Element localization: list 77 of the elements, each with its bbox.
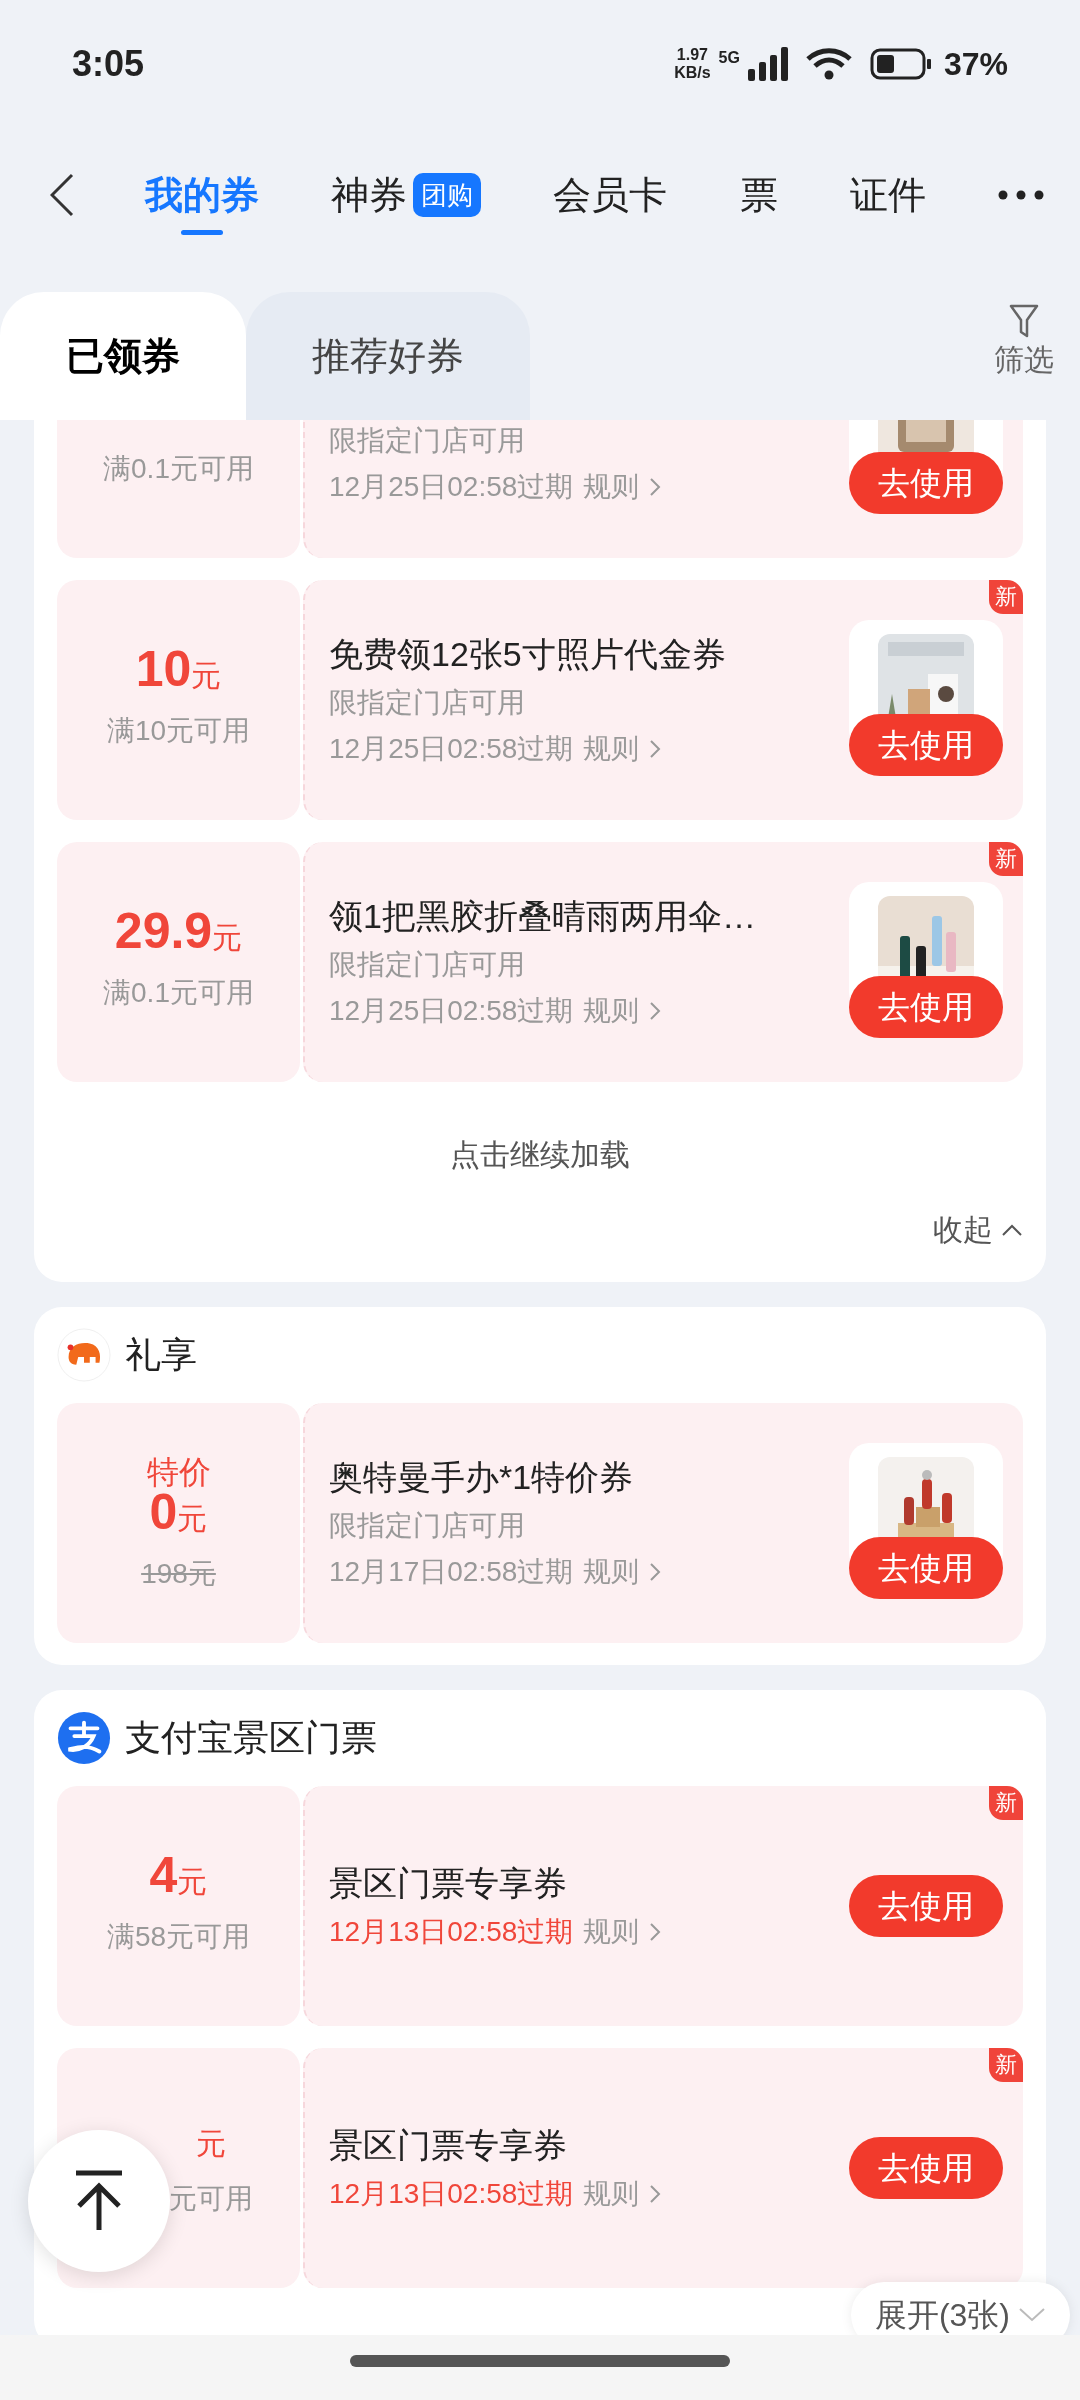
coupon-scope: 限指定门店可用 [329,424,526,458]
use-button[interactable]: 去使用 [849,976,1003,1038]
coupon-condition: 满0.1元可用 [103,976,254,1010]
rules-link[interactable]: 规则 [583,467,640,507]
chevron-down-icon [1018,2307,1046,2323]
collapse-button[interactable]: 收起 [933,1207,1023,1252]
use-button[interactable]: 去使用 [849,2137,1003,2199]
coupon-condition: 满0.1元可用 [103,452,254,486]
chevron-right-icon [649,1000,662,1022]
use-button[interactable]: 去使用 [849,452,1003,514]
new-badge: 新 [989,1786,1023,1820]
coupon-title: 景区门票专享券 [329,2125,568,2166]
coupon-scope: 限指定门店可用 [329,948,526,982]
battery-percent: 37% [943,45,1008,84]
expiry-date: 12月13日02:58过期 [329,2177,574,2211]
status-time: 3:05 [72,42,145,86]
rules-link[interactable]: 规则 [583,1912,640,1952]
chevron-right-icon [649,2183,662,2205]
nav-tab[interactable]: 票 [739,153,778,237]
nav-tab[interactable]: 证件 [849,153,926,237]
coupon-condition: 满10元可用 [106,714,251,748]
arrow-up-icon [74,2170,124,2232]
new-badge: 新 [989,842,1023,876]
coupon-title: 免费领12张5寸照片代金券 [329,634,727,675]
coupon-title: 奥特曼手办*1特价券 [329,1457,635,1498]
coupon-title: 领1把黑胶折叠晴雨两用伞… [329,896,757,937]
original-price: 198元 [141,1557,216,1591]
expiry-date: 12月13日02:58过期 [329,1915,574,1949]
nav-tab[interactable]: 会员卡 [553,153,668,237]
chevron-right-icon [649,476,662,498]
filter-button[interactable]: 筛选 [994,304,1054,378]
coupon-scope: 限指定门店可用 [329,1509,526,1543]
nav-tab[interactable]: 我的券 [145,153,259,237]
filter-icon [1009,304,1039,338]
wifi-icon [805,48,852,80]
sub-tab[interactable]: 推荐好券 [246,292,530,420]
coupon-amount: 29.9元 [114,902,243,961]
use-button[interactable]: 去使用 [849,714,1003,776]
chevron-up-icon [1001,1222,1023,1237]
use-button[interactable]: 去使用 [849,1875,1003,1937]
expiry-date: 12月25日02:58过期 [329,994,574,1028]
section-title: 礼享 [125,1333,197,1377]
network-speed-unit: KB/s [674,64,711,82]
chevron-right-icon [649,1561,662,1583]
sub-tab[interactable]: 已领券 [0,292,246,420]
battery-icon [869,48,932,80]
rules-link[interactable]: 规则 [583,1552,640,1592]
chevron-right-icon [649,1921,662,1943]
load-more-link[interactable]: 点击继续加载 [450,1132,630,1177]
new-badge: 新 [989,580,1023,614]
coupon-condition: 满58元可用 [106,1920,251,1954]
coupon-title: 景区门票专享券 [329,1863,568,1904]
elephant-logo-icon [57,1328,111,1382]
more-icon[interactable] [997,190,1044,200]
coupon-amount: 4元 [149,1846,208,1905]
signal-icon [747,47,788,81]
rules-link[interactable]: 规则 [583,729,640,769]
group-buy-badge: 团购 [413,173,482,217]
chevron-right-icon [649,738,662,760]
nav-tab[interactable]: 神券 [331,153,408,237]
expiry-date: 12月25日02:58过期 [329,732,574,766]
rules-link[interactable]: 规则 [583,991,640,1031]
network-type: 5G [718,48,740,68]
new-badge: 新 [989,2048,1023,2082]
coupon-condition: 元可用 [168,2182,253,2216]
alipay-logo-icon [57,1711,111,1765]
expiry-date: 12月17日02:58过期 [329,1555,574,1589]
network-speed: 1.97 [676,46,708,64]
use-button[interactable]: 去使用 [849,1537,1003,1599]
coupon-amount: 10元 [135,640,222,699]
expiry-date: 12月25日02:58过期 [329,470,574,504]
coupon-scope: 限指定门店可用 [329,686,526,720]
coupon-amount: 元 [195,2126,226,2162]
section-title: 支付宝景区门票 [125,1716,377,1760]
expand-button[interactable]: 展开(3张) [850,2282,1070,2335]
back-icon [50,173,74,217]
rules-link[interactable]: 规则 [583,2174,640,2214]
